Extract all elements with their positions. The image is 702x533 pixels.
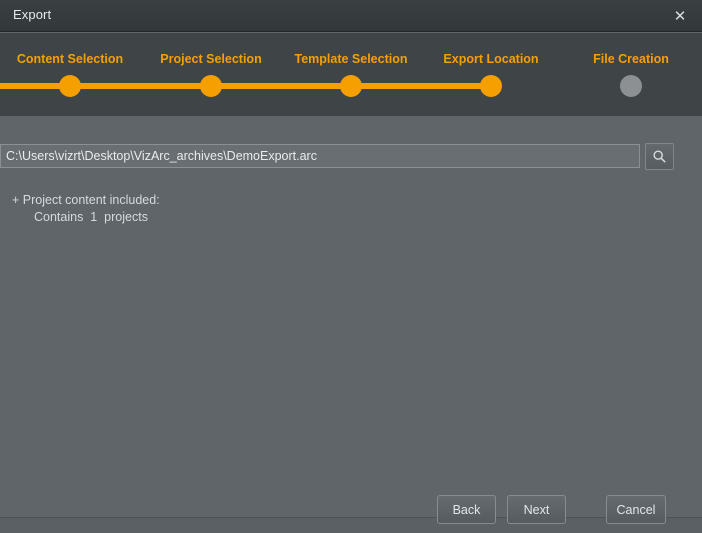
main-panel	[0, 116, 702, 517]
dialog-footer: Back Next Cancel	[0, 495, 702, 525]
export-location-row	[0, 144, 702, 170]
wizard-stepper: Content Selection Project Selection Templa…	[0, 33, 702, 116]
cancel-button[interactable]: Cancel	[606, 495, 666, 524]
close-icon[interactable]: ✕	[658, 0, 702, 31]
stepper-step-dot[interactable]	[340, 75, 362, 97]
stepper-step-dot[interactable]	[59, 75, 81, 97]
title-bar: Export ✕	[0, 0, 702, 32]
window-title: Export	[13, 7, 51, 22]
next-button[interactable]: Next	[507, 495, 566, 524]
export-dialog: Export ✕ Content Selection Project Select…	[0, 0, 702, 533]
stepper-step-label: Export Location	[443, 52, 538, 66]
back-button[interactable]: Back	[437, 495, 496, 524]
search-icon	[652, 149, 667, 164]
browse-button[interactable]	[645, 143, 674, 170]
stepper-step-label: Project Selection	[160, 52, 261, 66]
content-summary: + Project content included: Contains 1 p…	[12, 192, 632, 226]
stepper-step-dot[interactable]	[620, 75, 642, 97]
summary-heading: + Project content included:	[12, 192, 632, 209]
stepper-step-dot[interactable]	[200, 75, 222, 97]
stepper-step-dot[interactable]	[480, 75, 502, 97]
summary-detail: Contains 1 projects	[12, 209, 632, 226]
stepper-step-label: Template Selection	[295, 52, 408, 66]
export-path-input[interactable]	[0, 144, 640, 168]
stepper-step-label: File Creation	[593, 52, 669, 66]
stepper-step-label: Content Selection	[17, 52, 123, 66]
